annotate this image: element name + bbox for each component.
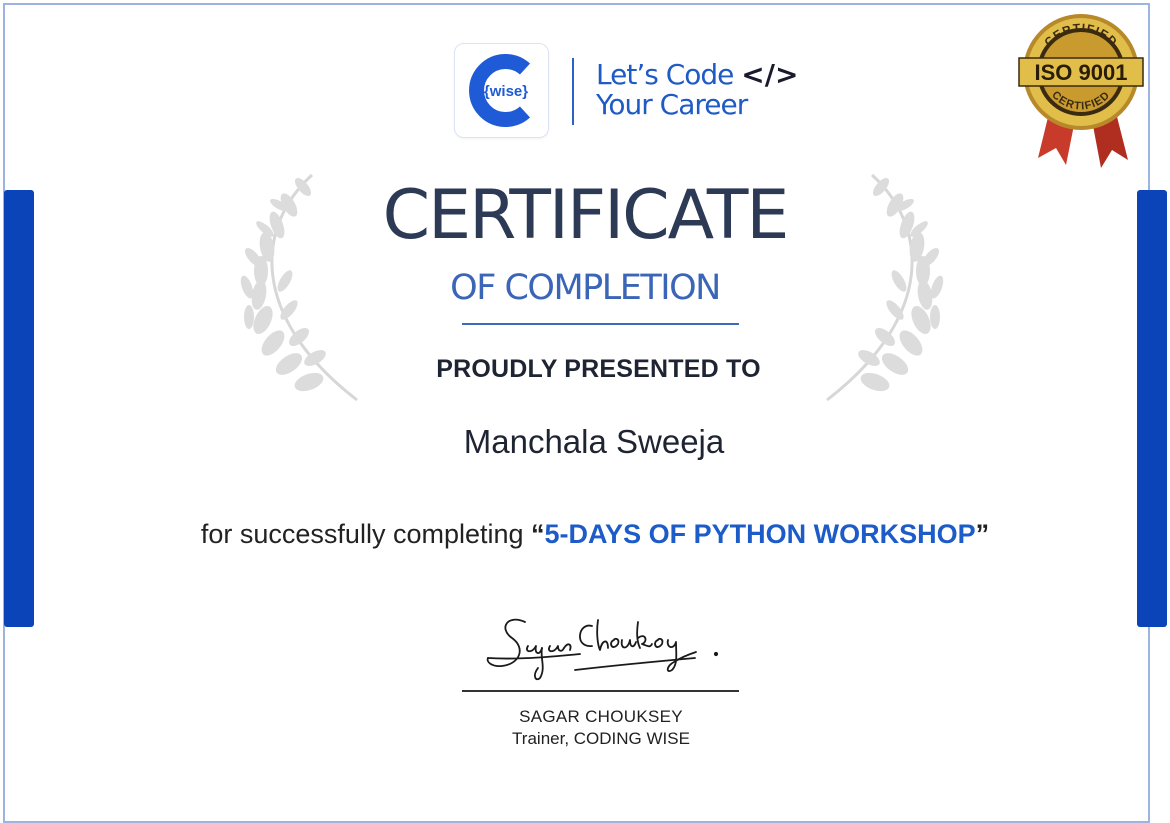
logo-divider: [572, 58, 574, 125]
right-accent-bar: [1137, 190, 1167, 627]
iso-9001-seal: CERTIFIED ISO 9001 CERTIFIED: [1018, 14, 1144, 168]
close-quote: ”: [975, 519, 990, 549]
code-brackets-icon: </>: [741, 58, 799, 91]
signer-name: SAGAR CHOUKSEY: [519, 707, 683, 726]
tagline-line2: Your Career: [596, 88, 748, 121]
completion-prefix: for successfully completing: [200, 519, 532, 549]
left-accent-bar: [4, 190, 34, 627]
signature-line: [462, 690, 739, 692]
title-divider: [462, 323, 739, 325]
logo-text: {wise}: [484, 83, 528, 100]
handwritten-signature: [486, 618, 719, 681]
logo-c-icon: {wise}: [469, 54, 531, 127]
open-quote: “: [531, 519, 545, 549]
tagline-line1: Let’s Code: [596, 58, 734, 91]
brand-tagline: Let’s Code </> Your Career: [596, 60, 798, 120]
presented-to-label: PROUDLY PRESENTED TO: [436, 355, 761, 383]
signer-role: Trainer, CODING WISE: [512, 729, 690, 748]
certificate-subtitle: OF COMPLETION: [450, 268, 721, 308]
recipient-name: Manchala Sweeja: [463, 423, 725, 460]
completion-statement: for successfully completing “5-DAYS OF P…: [0, 517, 1170, 551]
seal-main-text: ISO 9001: [1035, 60, 1128, 85]
certificate-border: [3, 3, 1150, 823]
coding-wise-logo: {wise}: [454, 43, 549, 138]
certificate-title: CERTIFICATE: [382, 176, 790, 255]
course-name: 5-DAYS OF PYTHON WORKSHOP: [544, 519, 976, 549]
